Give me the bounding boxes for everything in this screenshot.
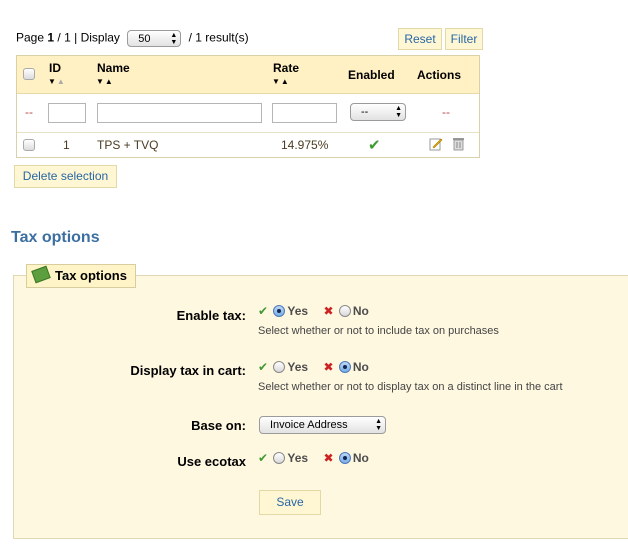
- display-tax-yes-radio[interactable]: [273, 361, 286, 373]
- base-on-select[interactable]: Invoice Address ▲ ▼: [259, 416, 386, 434]
- cross-icon: ✖: [323, 360, 334, 374]
- select-all-checkbox[interactable]: [23, 68, 35, 80]
- column-header-rate: Rate: [273, 61, 300, 75]
- display-tax-hint: Select whether or not to display tax on …: [258, 381, 563, 393]
- results-count: / 1 result(s): [188, 30, 249, 45]
- total-pages: 1: [64, 30, 71, 45]
- reset-button[interactable]: Reset: [398, 28, 442, 50]
- display-tax-no-radio[interactable]: [338, 361, 351, 373]
- pagination-bar: Page 1 / 1 | Display 50 ▲ ▼ / 1 result(s): [16, 30, 249, 47]
- id-filter-input[interactable]: [48, 103, 86, 123]
- filter-dash: --: [25, 105, 33, 119]
- filter-button[interactable]: Filter: [445, 28, 483, 50]
- ecotax-options: ✔ Yes ✖ No: [258, 451, 369, 465]
- row-id: 1: [63, 138, 70, 152]
- filter-row: -- -- ▲ ▼ --: [17, 94, 479, 133]
- check-icon: ✔: [258, 304, 269, 318]
- display-label: | Display: [74, 30, 120, 45]
- edit-icon[interactable]: [429, 137, 443, 151]
- check-icon[interactable]: ✔: [368, 136, 381, 154]
- sort-name-icon[interactable]: ▼▲: [96, 77, 114, 86]
- save-button[interactable]: Save: [259, 490, 321, 515]
- enable-tax-yes-radio[interactable]: [273, 305, 286, 317]
- check-icon: ✔: [258, 451, 269, 465]
- cross-icon: ✖: [323, 451, 334, 465]
- enable-tax-label: Enable tax:: [176, 308, 246, 323]
- column-header-enabled: Enabled: [348, 68, 395, 82]
- display-tax-options: ✔ Yes ✖ No: [258, 360, 369, 374]
- page-separator: /: [57, 30, 61, 45]
- cross-icon: ✖: [323, 304, 334, 318]
- delete-selection-button[interactable]: Delete selection: [14, 165, 117, 188]
- per-page-select[interactable]: 50 ▲ ▼: [127, 30, 182, 47]
- sort-rate-icon[interactable]: ▼▲: [272, 77, 290, 86]
- table-header: ID ▼▲ Name ▼▲ Rate ▼▲ Enabled Actions: [17, 56, 479, 94]
- display-tax-label: Display tax in cart:: [130, 363, 246, 378]
- current-page: 1: [47, 30, 55, 45]
- ecotax-yes-radio[interactable]: [273, 452, 286, 464]
- enable-tax-no-radio[interactable]: [338, 305, 351, 317]
- page-label: Page: [16, 30, 45, 45]
- row-rate: 14.975%: [281, 138, 329, 152]
- actions-filter-dash: --: [442, 105, 450, 119]
- name-filter-input[interactable]: [97, 103, 262, 123]
- fieldset-legend: Tax options: [26, 264, 136, 288]
- select-arrows-icon: ▲ ▼: [170, 32, 178, 46]
- row-name: TPS + TVQ: [97, 138, 159, 152]
- row-checkbox[interactable]: [23, 139, 35, 151]
- ecotax-no-radio[interactable]: [338, 452, 351, 464]
- trash-icon[interactable]: [453, 137, 464, 151]
- enabled-filter-select[interactable]: -- ▲ ▼: [350, 103, 406, 121]
- rate-filter-input[interactable]: [272, 103, 337, 123]
- column-header-name: Name: [97, 61, 130, 75]
- table-row: 1 TPS + TVQ 14.975% ✔: [17, 133, 479, 157]
- enable-tax-hint: Select whether or not to include tax on …: [258, 325, 499, 337]
- sort-id-icon[interactable]: ▼▲: [48, 77, 66, 86]
- select-arrows-icon: ▲ ▼: [375, 418, 382, 432]
- column-header-actions: Actions: [417, 68, 462, 82]
- enable-tax-options: ✔ Yes ✖ No: [258, 304, 369, 318]
- base-on-label: Base on:: [191, 418, 246, 433]
- money-icon: [31, 265, 51, 284]
- column-header-id: ID: [49, 61, 61, 75]
- check-icon: ✔: [258, 360, 269, 374]
- tax-rules-table: ID ▼▲ Name ▼▲ Rate ▼▲ Enabled Actions --…: [16, 55, 480, 158]
- select-arrows-icon: ▲ ▼: [395, 105, 402, 119]
- use-ecotax-label: Use ecotax: [177, 454, 246, 469]
- page-title: Tax options: [11, 229, 100, 246]
